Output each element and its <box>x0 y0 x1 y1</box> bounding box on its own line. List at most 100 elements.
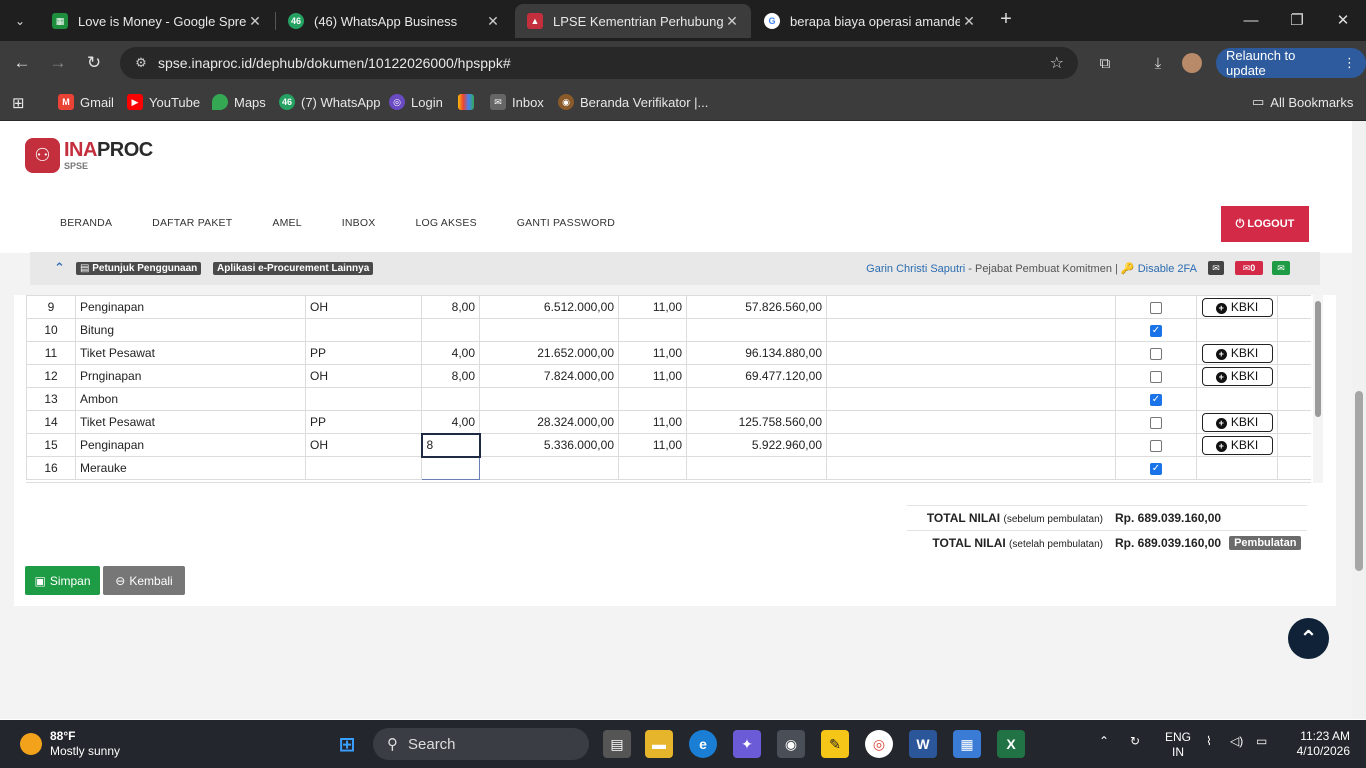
nav-beranda[interactable]: BERANDA <box>60 217 112 229</box>
profile-avatar[interactable] <box>1182 53 1202 73</box>
new-tab-icon[interactable]: + <box>994 8 1018 32</box>
bookmark-beranda-verifikator[interactable]: ◉ Beranda Verifikator |... <box>558 94 708 110</box>
unit-price[interactable]: 28.324.000,00 <box>479 410 619 434</box>
relaunch-button[interactable]: Relaunch to update ⋮ <box>1216 48 1366 78</box>
checkbox-checked[interactable]: ✓ <box>1150 393 1162 406</box>
quantity[interactable]: 4,00 <box>421 341 480 365</box>
quantity[interactable] <box>421 387 480 411</box>
unit-price[interactable]: 5.336.000,00 <box>479 433 619 457</box>
show-hidden-icons-icon[interactable]: ⌃ <box>1099 734 1109 748</box>
nav-inbox[interactable]: INBOX <box>342 217 376 229</box>
weather-widget[interactable]: 88°F Mostly sunny <box>20 729 120 759</box>
page-scroll-thumb[interactable] <box>1355 391 1363 571</box>
quantity[interactable]: 8,00 <box>421 295 480 319</box>
more-menu-icon[interactable]: ⋮ <box>1343 55 1356 71</box>
language-indicator[interactable]: ENG IN <box>1165 730 1191 760</box>
checkbox-checked[interactable]: ✓ <box>1150 324 1162 337</box>
bookmark-whatsapp[interactable]: 46 (7) WhatsApp <box>279 94 380 110</box>
download-icon[interactable]: ⤓ <box>1146 51 1170 75</box>
restore-icon[interactable]: ❐ <box>1274 0 1320 40</box>
notes-cell[interactable] <box>826 387 1116 411</box>
back-button[interactable]: ⊖ Kembali <box>103 566 185 595</box>
checkbox[interactable] <box>1150 347 1162 360</box>
close-tab-icon[interactable]: ✕ <box>723 13 741 30</box>
address-bar[interactable]: ⚙ spse.inaproc.id/dephub/dokumen/1012202… <box>120 47 1078 79</box>
back-icon[interactable]: ← <box>8 49 36 77</box>
tab-google-search[interactable]: G berapa biaya operasi amandel ✕ <box>752 4 988 38</box>
close-tab-icon[interactable]: ✕ <box>246 13 264 30</box>
table-scrollbar[interactable] <box>1313 295 1323 483</box>
collapse-chevron-up-icon[interactable]: ⌃ <box>54 260 65 276</box>
nav-daftar-paket[interactable]: DAFTAR PAKET <box>152 217 232 229</box>
copilot-icon[interactable]: ✦ <box>733 730 761 758</box>
quantity[interactable]: 8,00 <box>421 364 480 388</box>
checkbox[interactable] <box>1150 416 1162 429</box>
close-tab-icon[interactable]: ✕ <box>960 13 978 30</box>
quantity[interactable] <box>421 456 480 480</box>
bookmark-star-icon[interactable]: ☆ <box>1050 53 1064 73</box>
forward-icon[interactable]: → <box>44 49 72 77</box>
page-scrollbar[interactable] <box>1352 121 1366 719</box>
kbki-button[interactable]: + KBKI <box>1201 366 1273 386</box>
bookmark-maps[interactable]: Maps <box>212 94 266 110</box>
bookmark-pinwheel[interactable] <box>458 94 480 110</box>
all-bookmarks[interactable]: ▭ All Bookmarks <box>1252 94 1353 110</box>
checkbox-checked[interactable]: ✓ <box>1150 462 1162 475</box>
apps-grid-icon[interactable]: ⊞ <box>12 94 25 112</box>
camera-icon[interactable]: ◉ <box>777 730 805 758</box>
tax-percent[interactable] <box>618 456 687 480</box>
tax-percent[interactable]: 11,00 <box>618 341 687 365</box>
notes-cell[interactable] <box>826 410 1116 434</box>
notes-cell[interactable] <box>826 295 1116 319</box>
unit-price[interactable] <box>479 318 619 342</box>
scroll-thumb[interactable] <box>1315 301 1321 417</box>
extensions-icon[interactable]: ⧉ <box>1093 51 1117 75</box>
bookmark-login[interactable]: ◎ Login <box>389 94 443 110</box>
checkbox[interactable] <box>1150 439 1162 452</box>
nav-log-akses[interactable]: LOG AKSES <box>415 217 476 229</box>
save-button[interactable]: ▣ Simpan <box>25 566 100 595</box>
unit-price[interactable] <box>479 387 619 411</box>
site-info-icon[interactable]: ⚙ <box>132 55 150 71</box>
reload-icon[interactable]: ↻ <box>80 49 108 77</box>
nav-ganti-password[interactable]: GANTI PASSWORD <box>517 217 615 229</box>
checkbox[interactable] <box>1150 370 1162 383</box>
notes-cell[interactable] <box>826 318 1116 342</box>
nav-amel[interactable]: AMEL <box>272 217 301 229</box>
taskbar-search[interactable]: ⚲ Search <box>373 728 589 760</box>
logout-button[interactable]: ⏻ LOGOUT <box>1221 206 1309 242</box>
word-icon[interactable]: W <box>909 730 937 758</box>
sync-icon[interactable]: ↻ <box>1130 734 1140 748</box>
hps-table-scroll[interactable]: 9 Penginapan OH 8,00 6.512.000,00 11,00 57.826… <box>26 295 1311 483</box>
kbki-button[interactable]: + KBKI <box>1201 297 1273 317</box>
taskbar-clock[interactable]: 11:23 AM 4/10/2026 <box>1290 729 1350 759</box>
close-window-icon[interactable]: ✕ <box>1320 0 1366 40</box>
bookmark-youtube[interactable]: ▶ YouTube <box>127 94 200 110</box>
notes-cell[interactable] <box>826 341 1116 365</box>
tax-percent[interactable]: 11,00 <box>618 433 687 457</box>
volume-icon[interactable]: ◁) <box>1230 734 1243 748</box>
aplikasi-eprocurement-link[interactable]: Aplikasi e-Procurement Lainnya <box>213 262 374 275</box>
tax-percent[interactable]: 11,00 <box>618 364 687 388</box>
calculator-icon[interactable]: ▦ <box>953 730 981 758</box>
bookmark-gmail[interactable]: M Gmail <box>58 94 114 110</box>
unit-price[interactable]: 6.512.000,00 <box>479 295 619 319</box>
tab-whatsapp[interactable]: 46 (46) WhatsApp Business ✕ <box>276 4 512 38</box>
close-tab-icon[interactable]: ✕ <box>484 13 502 30</box>
excel-icon[interactable]: X <box>997 730 1025 758</box>
tax-percent[interactable] <box>618 318 687 342</box>
unit-price[interactable] <box>479 456 619 480</box>
edge-icon[interactable]: e <box>689 730 717 758</box>
windows-start-icon[interactable]: ⊞ <box>333 730 361 758</box>
minimize-icon[interactable]: — <box>1228 0 1274 40</box>
unit-price[interactable]: 21.652.000,00 <box>479 341 619 365</box>
tax-percent[interactable] <box>618 387 687 411</box>
disable-2fa-link[interactable]: 🔑 Disable 2FA <box>1121 263 1197 275</box>
kbki-button[interactable]: + KBKI <box>1201 343 1273 363</box>
tab-google-sheets[interactable]: ▦ Love is Money - Google Spread ✕ <box>40 4 274 38</box>
quantity-input-active[interactable]: 8 <box>420 432 481 458</box>
kbki-button[interactable]: + KBKI <box>1201 412 1273 432</box>
quantity[interactable] <box>421 318 480 342</box>
mail-count-badge[interactable]: ✉ 0 <box>1235 261 1263 275</box>
sticky-notes-icon[interactable]: ✎ <box>821 730 849 758</box>
